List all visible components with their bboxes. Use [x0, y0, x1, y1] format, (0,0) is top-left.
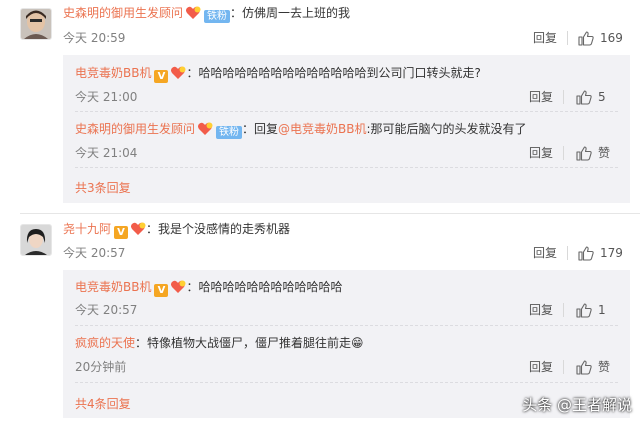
username[interactable]: 史森明的御用生发顾问 [75, 122, 195, 136]
heart-badge-icon [170, 65, 186, 80]
reply-time: 今天 21:04 [75, 146, 138, 160]
reply-text: :那可能后脑勺的头发就没有了 [366, 122, 527, 136]
separator: ： [230, 6, 243, 20]
separator: ： [186, 66, 199, 80]
username[interactable]: 电竞毒奶BB机 [75, 66, 151, 80]
divider [567, 31, 568, 45]
reply-divider [75, 111, 618, 112]
like-button[interactable]: 5 [576, 89, 606, 105]
like-button[interactable]: 169 [578, 30, 623, 46]
reply-button[interactable]: 回复 [529, 89, 553, 105]
reply-divider [75, 325, 618, 326]
grinning-emoji-icon: 😁 [351, 336, 364, 350]
reply-content: 疯疯的天使：特像植物大战僵尸，僵尸推着腿往前走😁 [75, 334, 364, 352]
mention-link[interactable]: @电竞毒奶BB机 [278, 122, 366, 136]
avatar[interactable] [20, 224, 52, 256]
view-more-replies-link[interactable]: 共4条回复 [75, 396, 131, 412]
heart-badge-icon [130, 221, 146, 236]
fan-badge: 铁粉 [216, 126, 243, 139]
separator: ： [242, 122, 255, 136]
like-button[interactable]: 赞 [576, 359, 610, 375]
like-count: 1 [598, 303, 606, 317]
fan-badge: 铁粉 [204, 10, 231, 23]
thumbs-up-icon [578, 30, 594, 46]
separator: ： [186, 280, 199, 294]
comment-content: 史森明的御用生发顾问 铁粉 ：仿佛周一去上班的我 [63, 4, 350, 23]
thumbs-up-icon [576, 359, 592, 375]
reply-button[interactable]: 回复 [529, 145, 553, 161]
heart-badge-icon [170, 279, 186, 294]
like-button[interactable]: 179 [578, 245, 623, 261]
reply-time: 今天 20:57 [75, 303, 138, 317]
reply-divider [75, 167, 618, 168]
reply-time: 20分钟前 [75, 360, 127, 374]
comment-content: 尧十九阿 V ：我是个没感情的走秀机器 [63, 220, 290, 239]
thumbs-up-icon [578, 245, 594, 261]
comment-text: 我是个没感情的走秀机器 [158, 222, 291, 236]
divider [563, 360, 564, 374]
reply-text: 哈哈哈哈哈哈哈哈哈哈哈哈 [198, 280, 343, 294]
like-count: 5 [598, 90, 606, 104]
comment-time: 今天 20:59 [63, 31, 126, 45]
username[interactable]: 史森明的御用生发顾问 [63, 6, 183, 20]
reply-button[interactable]: 回复 [529, 302, 553, 318]
reply-content: 电竞毒奶BB机 V ：哈哈哈哈哈哈哈哈哈哈哈哈哈哈到公司门口转头就走? [75, 64, 481, 83]
like-count: 179 [600, 246, 623, 260]
reply-text: 哈哈哈哈哈哈哈哈哈哈哈哈哈哈到公司门口转头就走? [198, 66, 481, 80]
reply-content: 史森明的御用生发顾问 铁粉 ：回复@电竞毒奶BB机:那可能后脑勺的头发就没有了 [75, 120, 527, 139]
username[interactable]: 疯疯的天使 [75, 336, 135, 350]
reply-text: 特像植物大战僵尸，僵尸推着腿往前走 [147, 336, 352, 350]
separator: ： [135, 336, 148, 350]
watermark: 头条 @王者解说 [522, 396, 632, 414]
divider [563, 146, 564, 160]
comment-text: 仿佛周一去上班的我 [242, 6, 351, 20]
verified-v-badge: V [154, 70, 169, 83]
reply-divider [75, 382, 618, 383]
thumbs-up-icon [576, 145, 592, 161]
divider [567, 246, 568, 260]
divider [563, 90, 564, 104]
heart-badge-icon [197, 121, 213, 136]
separator: ： [146, 222, 159, 236]
like-count: 169 [600, 31, 623, 45]
verified-v-badge: V [154, 284, 169, 297]
like-button[interactable]: 赞 [576, 145, 610, 161]
like-label: 赞 [598, 146, 611, 160]
username[interactable]: 电竞毒奶BB机 [75, 280, 151, 294]
reply-time: 今天 21:00 [75, 90, 138, 104]
comment-time: 今天 20:57 [63, 246, 126, 260]
avatar[interactable] [20, 8, 52, 40]
comment-divider [20, 213, 640, 214]
username[interactable]: 尧十九阿 [63, 222, 111, 236]
heart-badge-icon [185, 5, 201, 20]
divider [563, 303, 564, 317]
thumbs-up-icon [576, 89, 592, 105]
reply-prefix: 回复 [254, 122, 279, 136]
verified-v-badge: V [114, 226, 129, 239]
view-more-replies-link[interactable]: 共3条回复 [75, 180, 131, 196]
like-label: 赞 [598, 360, 611, 374]
reply-button[interactable]: 回复 [533, 30, 557, 46]
like-button[interactable]: 1 [576, 302, 606, 318]
reply-content: 电竞毒奶BB机 V ：哈哈哈哈哈哈哈哈哈哈哈哈 [75, 278, 343, 297]
avatar-image [21, 9, 51, 39]
thumbs-up-icon [576, 302, 592, 318]
reply-button[interactable]: 回复 [529, 359, 553, 375]
avatar-image [21, 225, 51, 255]
reply-button[interactable]: 回复 [533, 245, 557, 261]
